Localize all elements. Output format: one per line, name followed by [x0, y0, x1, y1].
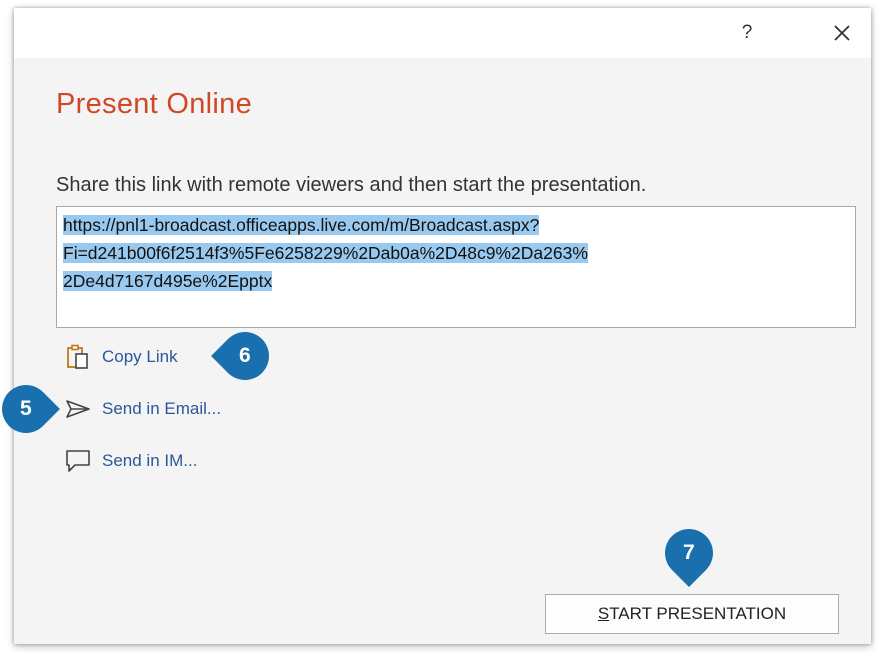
start-button-label: TART PRESENTATION	[609, 604, 787, 623]
copy-link-label: Copy Link	[102, 347, 178, 366]
link-line: https://pnl1-broadcast.officeapps.live.c…	[63, 215, 540, 235]
copy-link-button[interactable]: Copy Link	[64, 342, 178, 372]
start-presentation-button[interactable]: S TART PRESENTATION	[545, 594, 839, 634]
close-icon	[834, 25, 850, 41]
link-line: Fi=d241b00f6f2514f3%5Fe6258229%2Dab0a%2D…	[63, 243, 588, 263]
dialog-title-bar: ?	[14, 8, 871, 58]
start-accelerator-key: S	[597, 604, 610, 623]
instruction-text: Share this link with remote viewers and …	[56, 174, 647, 196]
callout-number: 7	[683, 541, 695, 564]
close-button[interactable]	[825, 16, 859, 50]
present-online-dialog: ? Present Online Share this link with re…	[14, 8, 871, 644]
callout-number: 5	[20, 397, 32, 420]
help-icon: ?	[741, 22, 753, 43]
chat-bubble-icon	[64, 447, 92, 475]
send-arrow-icon	[64, 395, 92, 423]
dialog-title: Present Online	[56, 88, 253, 120]
send-in-im-button[interactable]: Send in IM...	[64, 446, 197, 476]
help-button[interactable]: ?	[730, 16, 764, 50]
send-in-im-label: Send in IM...	[102, 451, 198, 470]
clipboard-icon	[64, 343, 92, 371]
broadcast-link-field[interactable]: https://pnl1-broadcast.officeapps.live.c…	[56, 206, 856, 328]
screenshot-stage: ? Present Online Share this link with re…	[0, 0, 881, 652]
broadcast-link-text[interactable]: https://pnl1-broadcast.officeapps.live.c…	[63, 211, 849, 295]
link-line: 2De4d7167d495e%2Epptx	[63, 271, 273, 291]
send-in-email-button[interactable]: Send in Email...	[64, 394, 221, 424]
callout-number: 6	[239, 344, 251, 367]
send-in-email-label: Send in Email...	[102, 399, 222, 418]
